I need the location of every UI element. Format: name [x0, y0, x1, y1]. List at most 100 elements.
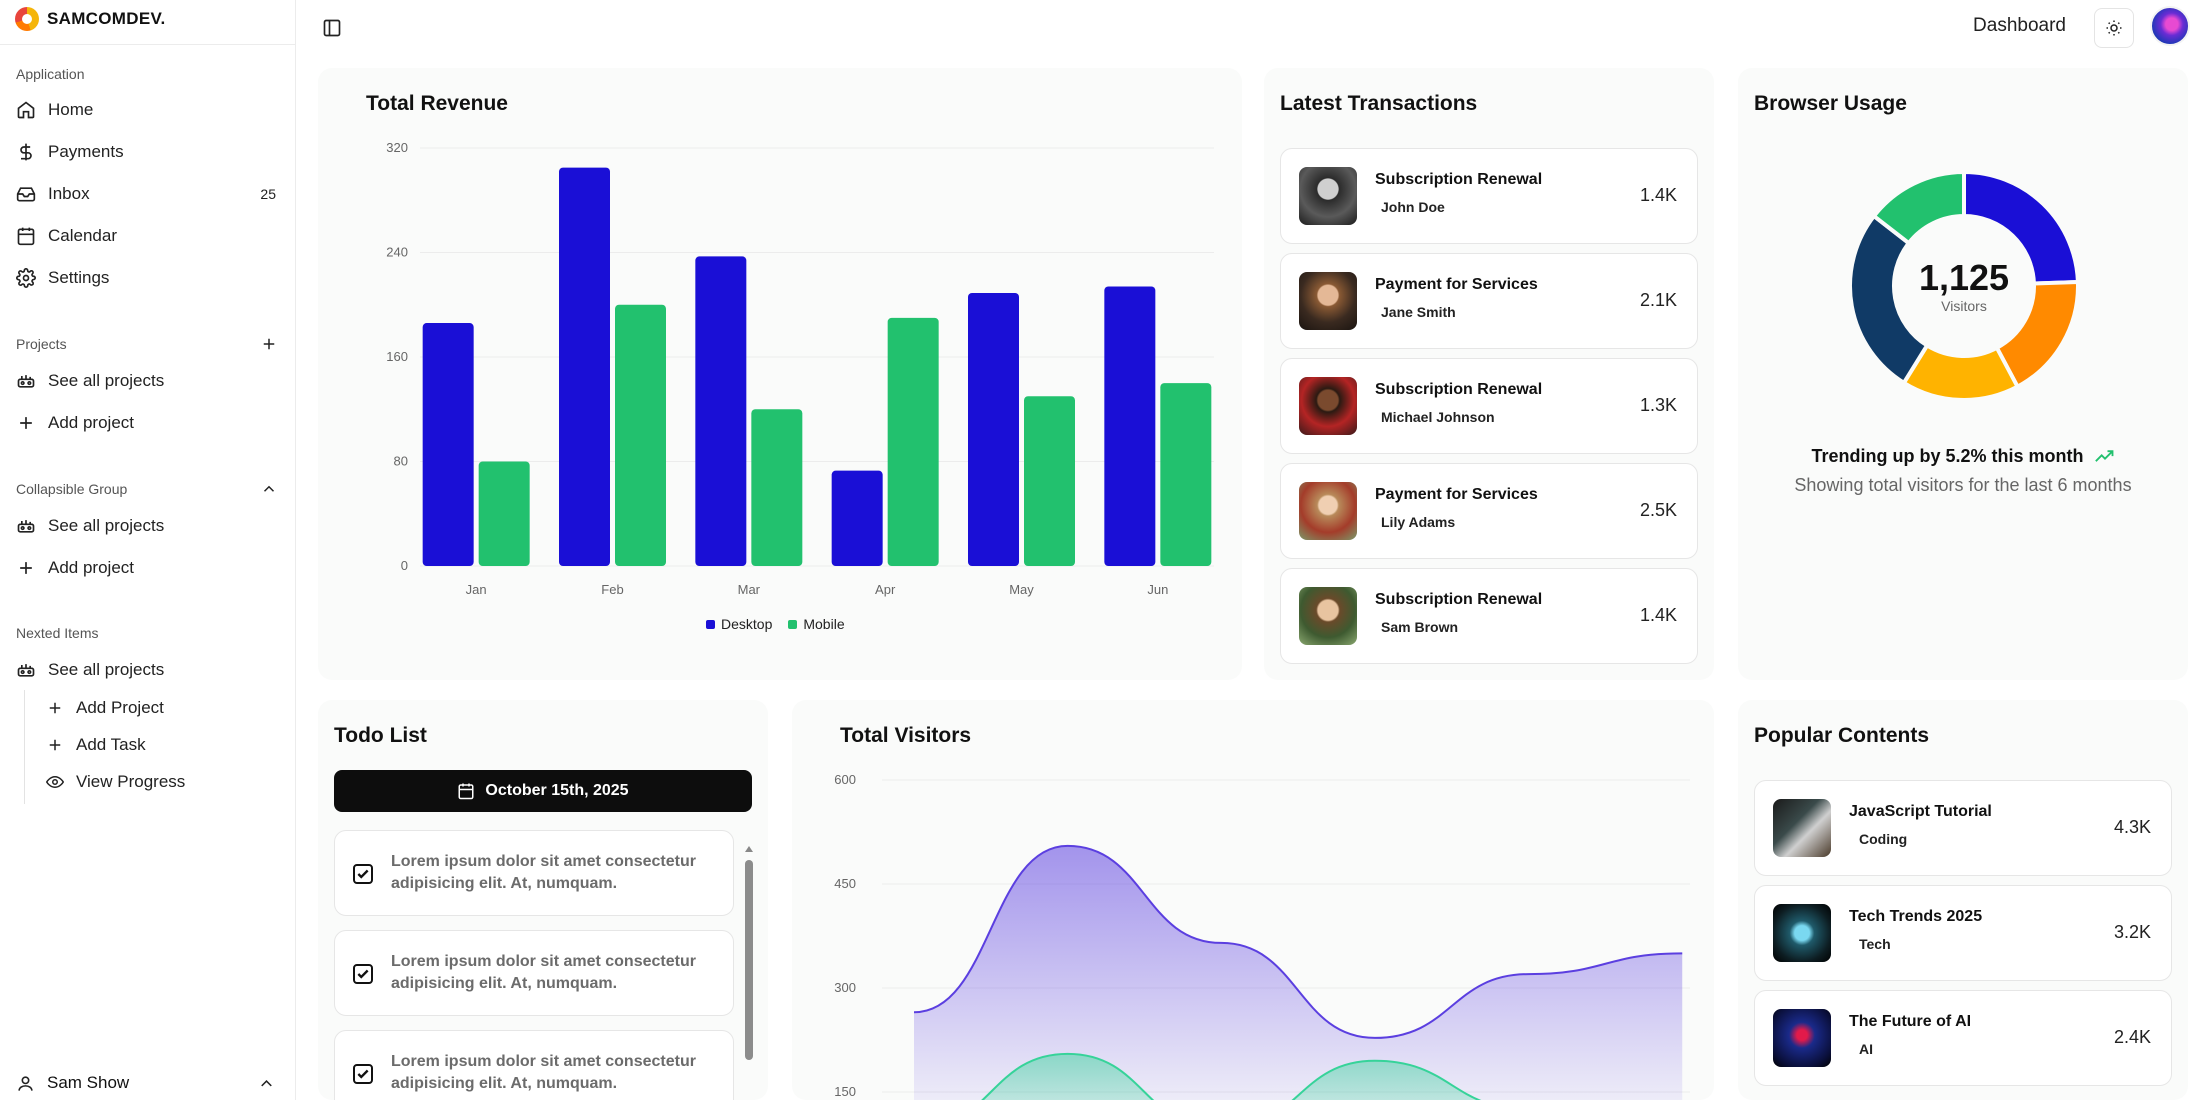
transaction-amount: 2.1K [1639, 290, 1677, 310]
todo-date-button[interactable]: October 15th, 2025 [334, 770, 752, 812]
visitors-area-chart: 150 300 450 600 [834, 772, 1690, 1100]
gear-icon [16, 268, 36, 288]
transaction-item[interactable]: Payment for Services Lily Adams 2.5K [1280, 463, 1698, 559]
revenue-bar-chart: 0 80 160 240 320 Jan Feb Mar Apr May Jun [386, 140, 1214, 597]
popular-item[interactable]: The Future of AI AI 2.4K [1754, 990, 2172, 1086]
content-tag: Tech [1859, 936, 1891, 952]
group-label-application: Application [16, 66, 85, 82]
sidebar-item-see-all-projects[interactable]: See all projects [8, 363, 284, 399]
trend-line: Trending up by 5.2% this month [1738, 446, 2188, 467]
transaction-amount: 2.5K [1639, 500, 1677, 520]
transaction-item[interactable]: Subscription Renewal John Doe 1.4K [1280, 148, 1698, 244]
browser-usage-card: Browser Usage 1,125 Visitors Trending up… [1738, 68, 2188, 680]
sidebar-item-payments[interactable]: Payments [8, 134, 284, 170]
todo-item[interactable]: Lorem ipsum dolor sit amet consectetur a… [334, 930, 734, 1016]
legend-swatch [706, 620, 715, 629]
sidebar-subitem-add-project[interactable]: Add Project [40, 691, 280, 725]
divider [0, 44, 296, 45]
sidebar-subitem-add-task[interactable]: Add Task [40, 728, 280, 762]
popular-item[interactable]: Tech Trends 2025 Tech 3.2K [1754, 885, 2172, 981]
todo-checkbox[interactable] [353, 1064, 373, 1084]
popular-item[interactable]: JavaScript Tutorial Coding 4.3K [1754, 780, 2172, 876]
bar-mobile [1024, 396, 1075, 566]
scrollbar-thumb[interactable] [745, 860, 753, 1060]
todo-scrollbar[interactable] [744, 846, 754, 1060]
content-thumbnail [1773, 1009, 1831, 1067]
transaction-amount: 1.4K [1639, 185, 1677, 205]
todo-item[interactable]: Lorem ipsum dolor sit amet consectetur a… [334, 1030, 734, 1100]
content-tag: Coding [1859, 831, 1908, 847]
bar-mobile [478, 461, 530, 566]
sidebar-item-settings[interactable]: Settings [8, 260, 284, 296]
scroll-up-arrow-icon[interactable] [745, 846, 753, 852]
transaction-name: John Doe [1381, 199, 1445, 215]
sidebar-item-label: Inbox [48, 184, 90, 203]
theme-toggle-button[interactable] [2094, 8, 2134, 48]
sidebar-item-label: Add project [48, 413, 134, 432]
transaction-title: Payment for Services [1375, 276, 1538, 293]
y-tick-label: 320 [386, 140, 408, 155]
visitors-card: Total Visitors 150 300 450 600 [792, 700, 1714, 1100]
projects-icon [17, 664, 35, 677]
dollar-icon [20, 143, 32, 161]
sidebar-item-nested-parent[interactable]: See all projects [8, 652, 284, 688]
collapse-group-toggle[interactable] [258, 478, 280, 500]
projects-icon [17, 520, 35, 533]
x-tick-label: Mar [738, 582, 761, 597]
transactions-card: Latest Transactions Subscription Renewal… [1264, 68, 1714, 680]
content-title: The Future of AI [1849, 1013, 1972, 1030]
todo-text: Lorem ipsum dolor sit amet consectetur a… [391, 1053, 696, 1092]
todo-card: Todo List October 15th, 2025 Lorem ipsum… [318, 700, 768, 1100]
sidebar-item-see-all-projects-2[interactable]: See all projects [8, 508, 284, 544]
add-project-group-button[interactable] [258, 333, 280, 355]
sidebar-item-add-project[interactable]: Add project [8, 405, 284, 441]
bar-desktop [559, 167, 610, 566]
card-title: Popular Contents [1754, 724, 1930, 747]
transaction-name: Lily Adams [1381, 514, 1456, 530]
sidebar-item-label: Settings [48, 268, 110, 287]
transaction-item[interactable]: Subscription Renewal Sam Brown 1.4K [1280, 568, 1698, 664]
plus-icon [49, 702, 61, 714]
transaction-avatar [1299, 377, 1357, 435]
x-tick-label: May [1009, 582, 1034, 597]
transaction-item[interactable]: Subscription Renewal Michael Johnson 1.3… [1280, 358, 1698, 454]
user-menu[interactable]: Sam Show [8, 1066, 284, 1100]
brand[interactable]: SAMCOMDEV. [15, 6, 166, 32]
content-views: 4.3K [2113, 817, 2151, 837]
sidebar-item-add-project-2[interactable]: Add project [8, 550, 284, 586]
bar-desktop [968, 292, 1019, 566]
sidebar-item-calendar[interactable]: Calendar [8, 218, 284, 254]
projects-icon [17, 375, 35, 388]
y-tick-label: 600 [834, 772, 856, 787]
todo-item[interactable]: Lorem ipsum dolor sit amet consectetur a… [334, 830, 734, 916]
sidebar-subitem-view-progress[interactable]: View Progress [40, 765, 280, 799]
transaction-item[interactable]: Payment for Services Jane Smith 2.1K [1280, 253, 1698, 349]
group-label-nested: Nexted Items [16, 625, 99, 641]
card-title: Browser Usage [1754, 92, 1907, 115]
eye-icon [46, 775, 64, 789]
user-icon [18, 1075, 33, 1091]
legend-label: Mobile [803, 616, 845, 632]
plus-icon [263, 338, 275, 350]
todo-checkbox[interactable] [353, 964, 373, 984]
sidebar-item-home[interactable]: Home [8, 92, 284, 128]
transaction-name: Jane Smith [1381, 304, 1456, 320]
popular-card: Popular Contents JavaScript Tutorial Cod… [1738, 700, 2188, 1100]
avatar[interactable] [2150, 6, 2190, 46]
dashboard-app: { "brand":{"name":"SAMCOMDEV."}, "sideba… [0, 0, 2196, 1100]
user-name: Sam Show [47, 1073, 130, 1092]
sidebar-toggle-button[interactable] [320, 16, 344, 40]
revenue-legend: Desktop Mobile [706, 616, 845, 632]
trend-text: Trending up by 5.2% this month [1811, 446, 2084, 466]
transaction-amount: 1.4K [1639, 605, 1677, 625]
inbox-icon [16, 187, 36, 202]
x-tick-label: Jun [1147, 582, 1168, 597]
content-thumbnail [1773, 799, 1831, 857]
sidebar-item-inbox[interactable]: Inbox 25 [8, 176, 284, 212]
todo-checkbox[interactable] [353, 864, 373, 884]
group-label-projects: Projects [16, 336, 67, 352]
check-icon [357, 1069, 369, 1079]
transaction-avatar [1299, 482, 1357, 540]
panel-left-icon [323, 19, 341, 37]
x-tick-label: Jan [466, 582, 487, 597]
